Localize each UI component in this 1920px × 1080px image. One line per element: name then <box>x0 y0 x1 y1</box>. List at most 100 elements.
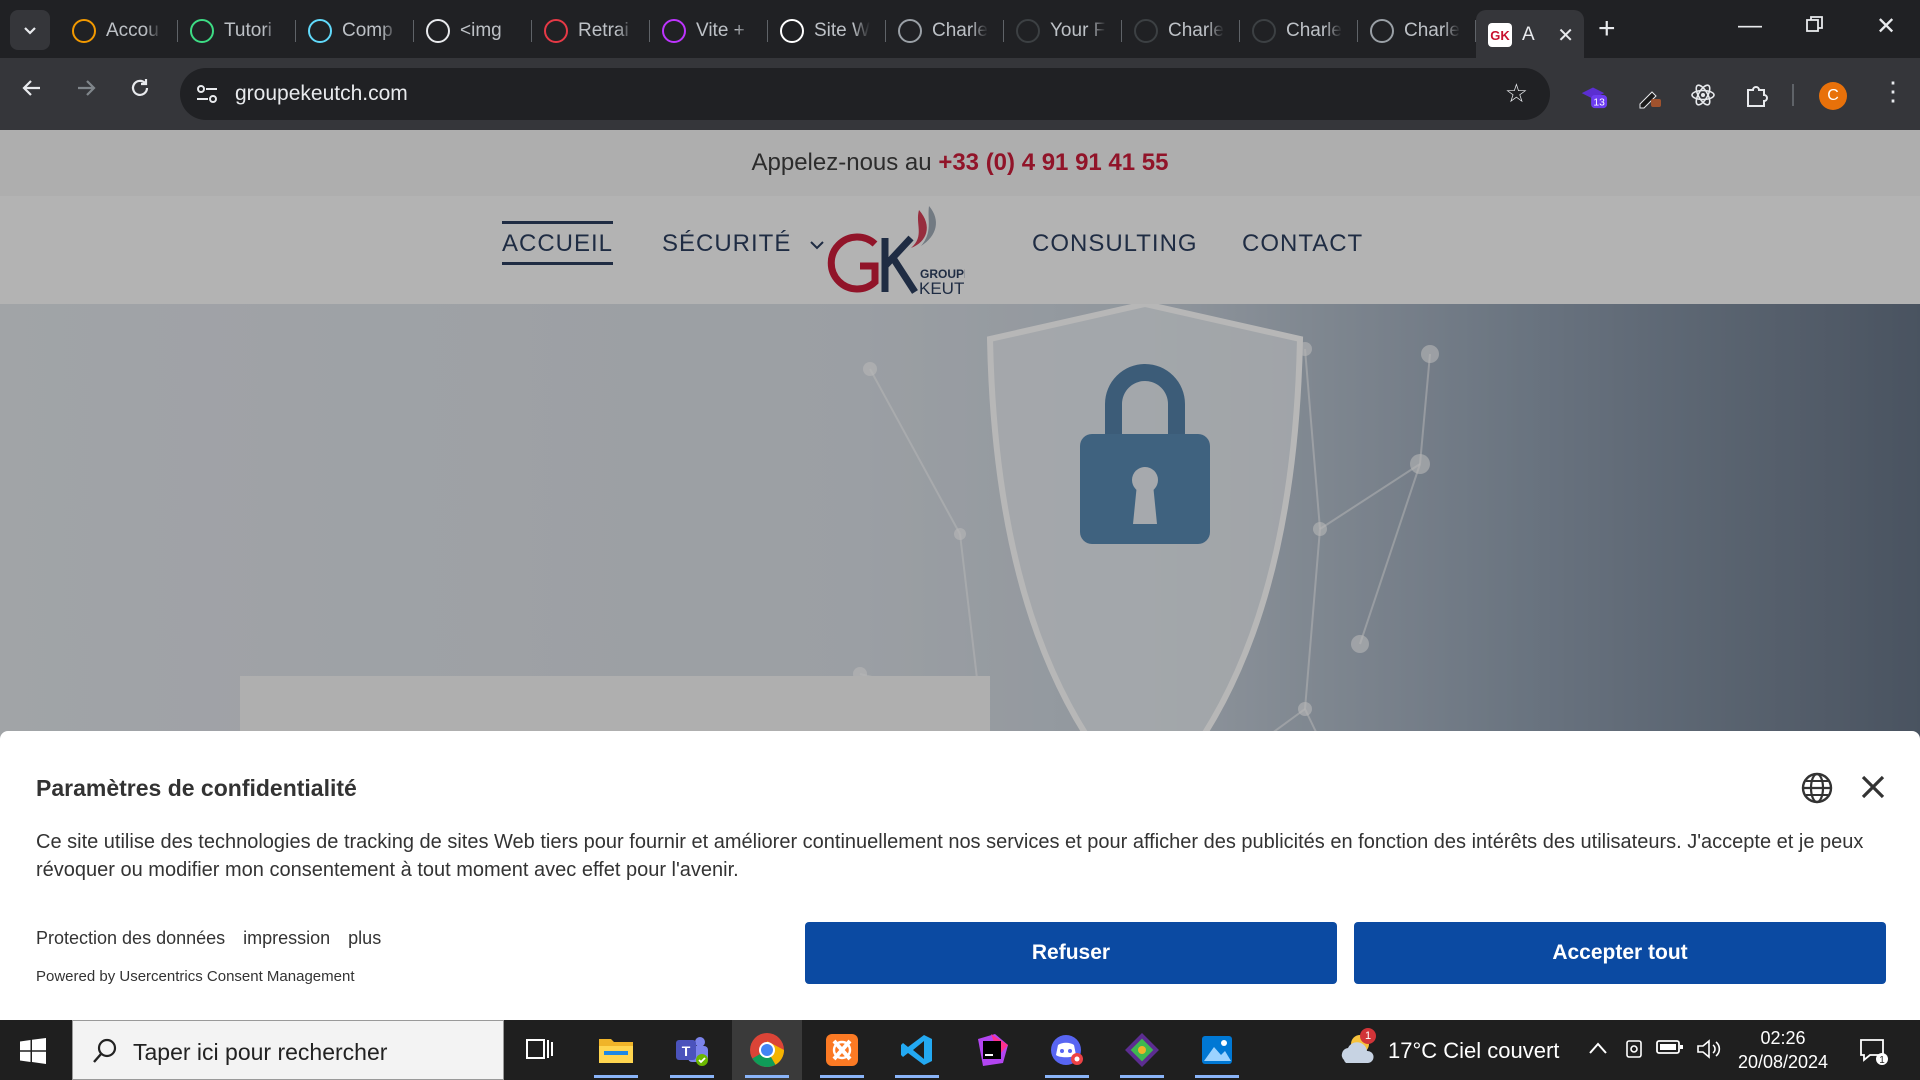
running-indicator <box>745 1075 789 1078</box>
tab-label: Charle <box>1168 20 1224 41</box>
github-favicon-icon <box>1252 19 1276 43</box>
tab-active[interactable]: GK A ✕ <box>1476 10 1584 60</box>
extension-react-icon[interactable] <box>1688 80 1718 110</box>
reload-button[interactable] <box>128 76 152 107</box>
forward-button[interactable] <box>74 76 98 107</box>
accept-all-button[interactable]: Accepter tout <box>1354 922 1886 984</box>
tab-label: Vite + <box>696 20 745 41</box>
close-icon[interactable] <box>1857 771 1889 803</box>
globe-favicon-icon <box>898 19 922 43</box>
restore-icon <box>1806 16 1823 32</box>
xampp-icon[interactable] <box>820 1030 864 1078</box>
browser-tab[interactable]: Vite + <box>650 10 768 52</box>
address-bar[interactable]: groupekeutch.com ☆ <box>180 68 1550 120</box>
tab-label: Retrai <box>578 20 629 41</box>
git-kraken-icon[interactable] <box>1120 1030 1164 1078</box>
site-info-icon[interactable] <box>194 82 220 106</box>
taskbar-search[interactable]: Taper ici pour rechercher <box>72 1020 504 1080</box>
tab-search-button[interactable] <box>10 10 50 50</box>
extensions-puzzle-icon[interactable] <box>1742 80 1772 110</box>
browser-tab[interactable]: Your F <box>1004 10 1122 52</box>
discord-icon[interactable] <box>1045 1030 1089 1078</box>
browser-tab[interactable]: Retrai <box>532 10 650 52</box>
back-button[interactable] <box>20 76 44 107</box>
running-indicator <box>895 1075 939 1078</box>
browser-tab[interactable]: Site W <box>768 10 886 52</box>
gk-favicon-icon: GK <box>1488 23 1512 47</box>
tab-label: A <box>1522 24 1535 45</box>
teams-icon[interactable]: T <box>670 1030 714 1078</box>
phpstorm-icon[interactable] <box>970 1030 1014 1070</box>
browser-tab[interactable]: Comp <box>296 10 414 52</box>
github-favicon-icon <box>1134 19 1158 43</box>
search-icon <box>93 1038 117 1063</box>
meet-now-icon[interactable] <box>1624 1038 1646 1066</box>
browser-tab[interactable]: Charle <box>1240 10 1358 52</box>
clock-date: 20/08/2024 <box>1737 1052 1829 1072</box>
openai-favicon-icon <box>780 19 804 43</box>
system-clock[interactable]: 02:26 20/08/2024 <box>1733 1026 1833 1074</box>
tab-label: Accou <box>106 20 159 41</box>
photos-icon[interactable] <box>1195 1030 1239 1078</box>
new-tab-button[interactable]: + <box>1598 14 1616 44</box>
extension-hat-icon[interactable]: 13 <box>1578 80 1608 110</box>
svg-text:T: T <box>682 1043 691 1059</box>
github-favicon-icon <box>1016 19 1040 43</box>
more-menu-icon[interactable]: ⋮ <box>1880 76 1906 107</box>
privacy-consent-dialog: Paramètres de confidentialité Ce site ut… <box>0 731 1920 1021</box>
browser-tab[interactable]: <img <box>414 10 532 52</box>
reload-icon <box>131 79 149 96</box>
tab-label: Your F <box>1050 20 1106 41</box>
powered-by-text: Powered by Usercentrics Consent Manageme… <box>36 968 355 985</box>
tab-label: Charle <box>1404 20 1460 41</box>
clock-time: 02:26 <box>1760 1028 1806 1048</box>
browser-tab[interactable]: Charle <box>1358 10 1476 52</box>
tab-label: <img <box>460 20 502 41</box>
running-indicator <box>670 1075 714 1078</box>
refuse-button[interactable]: Refuser <box>805 922 1337 984</box>
close-tab-icon[interactable]: ✕ <box>1557 23 1574 48</box>
toolbar-divider <box>1792 84 1794 106</box>
running-indicator <box>1120 1075 1164 1078</box>
m-favicon-icon <box>426 19 450 43</box>
battery-icon[interactable] <box>1656 1038 1684 1062</box>
chrome-icon[interactable] <box>745 1030 789 1078</box>
close-window-button[interactable]: ✕ <box>1876 12 1896 41</box>
browser-tab[interactable]: Tutori <box>178 10 296 52</box>
task-view-icon[interactable] <box>518 1030 562 1070</box>
tab-label: Site W <box>814 20 870 41</box>
weather-text[interactable]: 17°C Ciel couvert <box>1388 1038 1559 1064</box>
weather-badge: 1 <box>1360 1028 1376 1044</box>
running-indicator <box>1195 1075 1239 1078</box>
chevron-up-icon[interactable] <box>1588 1038 1608 1061</box>
search-placeholder: Taper ici pour rechercher <box>133 1039 388 1065</box>
running-indicator <box>820 1075 864 1078</box>
extension-eyedropper-icon[interactable] <box>1634 80 1664 110</box>
vite-favicon-icon <box>662 19 686 43</box>
link-protection-donnees[interactable]: Protection des données <box>36 928 225 949</box>
consent-title: Paramètres de confidentialité <box>36 775 357 801</box>
tab-label: Charle <box>932 20 988 41</box>
windows-start-icon[interactable] <box>20 1038 46 1064</box>
browser-tab[interactable]: Charle <box>886 10 1004 52</box>
restore-button[interactable] <box>1806 12 1824 40</box>
url-text[interactable]: groupekeutch.com <box>235 82 408 106</box>
running-indicator <box>1045 1075 1089 1078</box>
volume-icon[interactable] <box>1696 1038 1722 1066</box>
weather-icon[interactable]: 1 <box>1336 1026 1380 1070</box>
profile-avatar[interactable]: C <box>1819 82 1847 110</box>
retraite-favicon-icon <box>544 19 568 43</box>
tab-list: Accou Tutori Comp <img Retrai Vite + Site W Cha… <box>60 10 1476 58</box>
language-globe-icon[interactable] <box>1800 771 1834 805</box>
browser-tab[interactable]: Accou <box>60 10 178 52</box>
notification-center-icon[interactable]: 1 <box>1858 1036 1888 1066</box>
browser-tab[interactable]: Charle <box>1122 10 1240 52</box>
link-plus[interactable]: plus <box>348 928 381 949</box>
link-impression[interactable]: impression <box>243 928 330 949</box>
bookmark-star-icon[interactable]: ☆ <box>1505 78 1528 109</box>
tab-strip: Accou Tutori Comp <img Retrai Vite + Site W Cha… <box>0 0 1920 60</box>
file-explorer-icon[interactable] <box>594 1030 638 1078</box>
chevron-down-icon <box>24 27 36 35</box>
vscode-icon[interactable] <box>895 1030 939 1078</box>
minimize-button[interactable]: — <box>1738 12 1762 40</box>
